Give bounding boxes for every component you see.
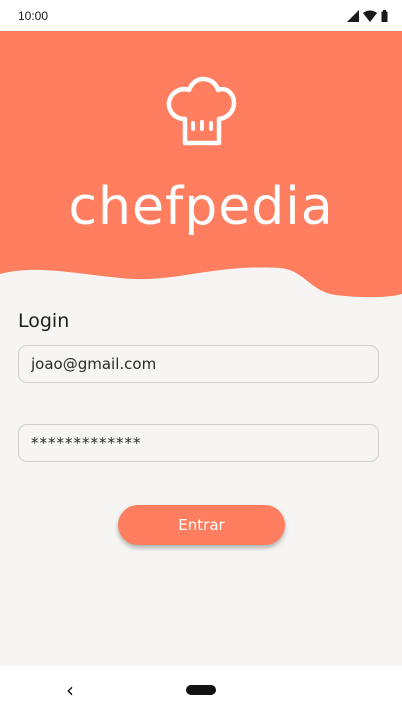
battery-icon bbox=[381, 10, 388, 22]
home-pill-icon[interactable] bbox=[186, 685, 216, 695]
signal-icon bbox=[347, 10, 359, 22]
login-title: Login bbox=[18, 310, 70, 332]
header-wave-background bbox=[0, 31, 402, 298]
password-field[interactable] bbox=[18, 424, 379, 462]
status-icons bbox=[347, 10, 388, 22]
chef-hat-icon bbox=[166, 76, 237, 146]
back-chevron-icon[interactable]: ‹ bbox=[66, 678, 74, 702]
brand-wordmark: chefpedia bbox=[68, 177, 334, 237]
login-button[interactable]: Entrar bbox=[118, 505, 285, 545]
system-nav-bar: ‹ bbox=[0, 666, 402, 714]
status-time: 10:00 bbox=[18, 9, 49, 23]
email-field[interactable] bbox=[18, 345, 379, 383]
wifi-icon bbox=[363, 10, 377, 22]
status-bar: 10:00 bbox=[0, 0, 402, 31]
brand-header: chefpedia bbox=[0, 31, 402, 306]
